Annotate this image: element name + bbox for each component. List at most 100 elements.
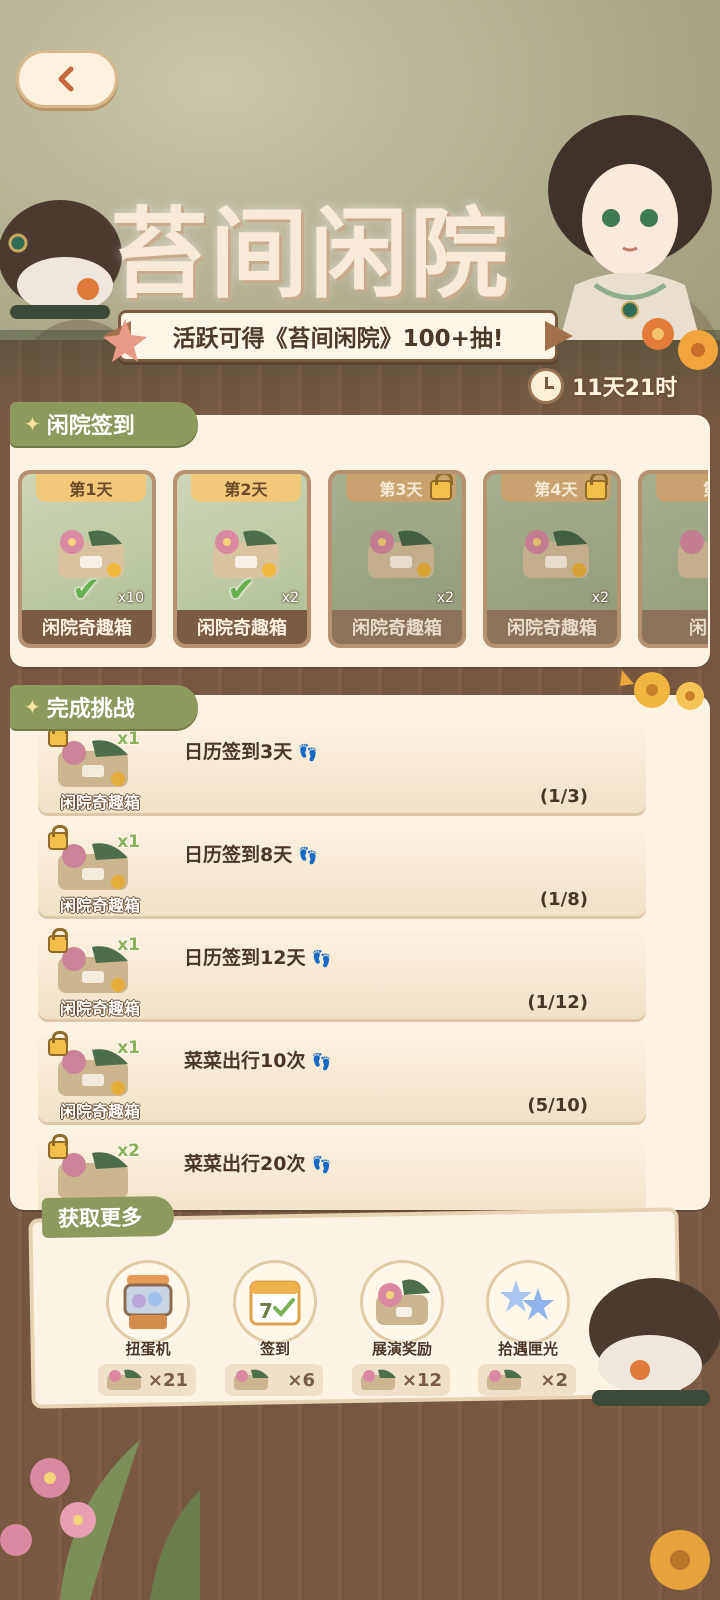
challenge-title-text: 日历签到12天	[184, 947, 306, 969]
footprints-icon: 👣	[298, 846, 319, 865]
day-label: 第	[656, 474, 708, 502]
reward-name: 闲院奇趣箱	[22, 610, 152, 644]
reward-name: 闲院奇趣箱	[332, 610, 462, 644]
day-label: 第1天	[36, 474, 146, 502]
event-title: 苔间闲院	[110, 197, 511, 312]
challenge-title: 日历签到3天 👣	[184, 737, 318, 764]
challenge-title-text: 菜菜出行20次	[184, 1153, 306, 1175]
day-card-1[interactable]: 第1天 ✔ x10 闲院奇趣箱	[18, 470, 156, 648]
sign-in-section-title: 闲院签到	[46, 414, 135, 439]
lock-icon	[48, 1134, 68, 1159]
mascot-character-illustration	[589, 1278, 720, 1406]
challenge-row[interactable]: x1 闲院奇趣箱 日历签到12天 👣 (1/12)	[38, 928, 646, 1019]
day-card-2[interactable]: 第2天 ✔ x2 闲院奇趣箱	[173, 470, 311, 648]
curio-box-icon	[678, 530, 708, 578]
day-card-3[interactable]: 第3天 x2 闲院奇趣箱	[328, 470, 466, 648]
day-label: 第2天	[191, 474, 301, 502]
sign-in-section-label: ✦ 闲院签到	[10, 402, 198, 446]
source-show-reward[interactable]: 展演奖励 ×12	[352, 1260, 452, 1400]
sparkle-icon: ✦	[24, 412, 41, 436]
footprints-icon: 👣	[311, 949, 332, 968]
reward-name: 闲院奇趣箱	[59, 999, 140, 1018]
day-card-4[interactable]: 第4天 x2 闲院奇趣箱	[483, 470, 621, 648]
sign-in-days: 第1天 ✔ x10 闲院奇趣箱 第2天 ✔ x2 闲院奇趣箱 第3天 x2 闲院…	[18, 470, 708, 655]
sparkle-icon: ✦	[24, 695, 41, 719]
timer-text: 11天21时	[572, 376, 678, 401]
lock-icon	[48, 825, 68, 850]
source-name: 拾遇匣光	[497, 1340, 558, 1358]
day-card-5[interactable]: 第 闲院	[638, 470, 708, 648]
challenge-row[interactable]: x1 闲院奇趣箱 日历签到8天 👣 (1/8)	[38, 825, 646, 916]
reward-name: 闲院奇趣箱	[177, 610, 307, 644]
challenge-progress: (1/8)	[539, 889, 588, 910]
curio-box-icon	[523, 530, 589, 578]
yellow-flower-decoration	[650, 1530, 710, 1590]
reward-name: 闲院奇趣箱	[487, 610, 617, 644]
yellow-flower-decoration	[620, 670, 704, 710]
challenge-progress: (5/10)	[527, 1095, 588, 1116]
source-count-pill: ×21	[98, 1364, 196, 1396]
lock-icon	[430, 474, 453, 500]
calendar-icon: 7	[233, 1260, 317, 1344]
source-gacha[interactable]: 扭蛋机 ×21	[98, 1260, 198, 1400]
source-name: 扭蛋机	[125, 1340, 171, 1358]
footprints-icon: 👣	[311, 1052, 332, 1071]
source-count-pill: ×6	[225, 1364, 323, 1396]
leaf-flower-decoration	[0, 1440, 200, 1600]
source-name: 展演奖励	[371, 1340, 432, 1358]
reward-qty: x2	[591, 590, 609, 606]
reward-box-icon	[360, 1260, 444, 1344]
reward-qty: x1	[117, 935, 140, 955]
claimed-check-icon: ✔	[227, 570, 256, 610]
reward-icon: x1 闲院奇趣箱	[44, 1031, 144, 1121]
challenge-progress: (1/3)	[539, 786, 588, 807]
challenge-title: 日历签到8天 👣	[184, 840, 318, 867]
footprints-icon: 👣	[298, 743, 319, 762]
source-count: ×21	[147, 1369, 188, 1391]
challenge-title-text: 日历签到3天	[184, 741, 293, 763]
reward-icon: x1 闲院奇趣箱	[44, 722, 144, 812]
reward-qty: x1	[117, 1038, 140, 1058]
source-sign-in[interactable]: 7 签到 ×6	[225, 1260, 325, 1400]
challenge-title-text: 日历签到8天	[184, 844, 293, 866]
source-count-pill: ×2	[478, 1364, 576, 1396]
challenge-progress: (1/12)	[527, 992, 588, 1013]
reward-name: 闲院奇趣箱	[59, 896, 140, 915]
reward-qty: x2	[117, 1141, 140, 1161]
curio-box-icon	[107, 1369, 142, 1390]
lock-icon	[48, 928, 68, 953]
chevron-left-icon	[58, 66, 74, 92]
lock-icon	[585, 474, 608, 500]
reward-qty: x2	[436, 590, 454, 606]
source-count-pill: ×12	[352, 1364, 450, 1396]
curio-box-icon	[368, 530, 434, 578]
event-banner: 活跃可得《苔间闲院》100+抽!	[118, 310, 558, 362]
svg-text:7: 7	[259, 1299, 273, 1323]
pink-flower-decoration	[103, 319, 147, 362]
source-encounter-light[interactable]: 拾遇匣光 ×2	[478, 1260, 578, 1400]
gacha-machine-icon	[106, 1260, 190, 1344]
reward-name: 闲院奇趣箱	[59, 1102, 140, 1121]
challenge-section-title: 完成挑战	[46, 697, 135, 722]
source-count: ×6	[287, 1369, 315, 1391]
back-button[interactable]	[16, 50, 118, 108]
challenge-title: 菜菜出行20次 👣	[184, 1149, 331, 1176]
reward-icon: x1 闲院奇趣箱	[44, 928, 144, 1018]
reward-name: 闲院	[642, 610, 708, 644]
reward-icon: x1 闲院奇趣箱	[44, 825, 144, 915]
challenge-panel: x1 闲院奇趣箱 日历签到3天 👣 (1/3) x1 闲院奇趣箱 日历签到8天 👣 …	[10, 695, 710, 1210]
challenge-title: 日历签到12天 👣	[184, 943, 331, 970]
get-more-section-title: 获取更多	[41, 1195, 175, 1239]
source-name: 签到	[259, 1340, 290, 1358]
curio-box-icon	[234, 1369, 269, 1390]
source-count: ×2	[540, 1369, 568, 1391]
reward-qty: x1	[117, 729, 140, 749]
countdown-timer: 11天21时	[528, 366, 708, 406]
reward-qty: x1	[117, 832, 140, 852]
reward-qty: x10	[117, 590, 144, 606]
challenge-row[interactable]: x1 闲院奇趣箱 菜菜出行10次 👣 (5/10)	[38, 1031, 646, 1122]
clock-icon	[528, 368, 564, 404]
challenge-row[interactable]: x1 闲院奇趣箱 日历签到3天 👣 (1/3)	[38, 722, 646, 813]
lock-icon	[48, 1031, 68, 1056]
source-count: ×12	[401, 1369, 442, 1391]
